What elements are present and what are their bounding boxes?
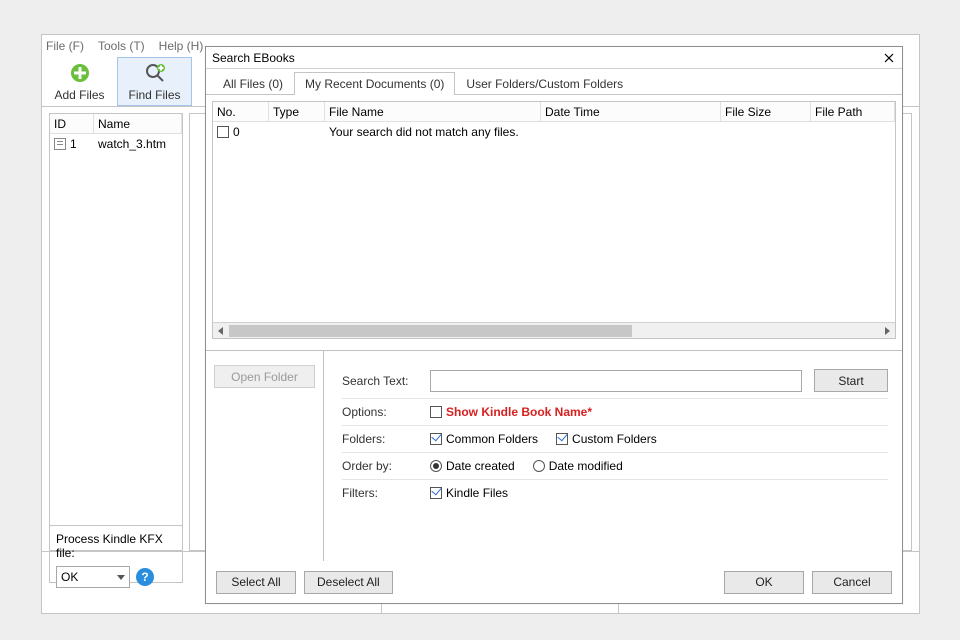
- search-input[interactable]: [430, 370, 802, 392]
- search-plus-icon: [144, 62, 166, 84]
- kfx-select[interactable]: OK: [56, 566, 130, 588]
- col-name[interactable]: Name: [94, 114, 182, 133]
- tab-user-folders[interactable]: User Folders/Custom Folders: [455, 72, 634, 95]
- common-folders-label: Common Folders: [446, 432, 538, 446]
- search-ebooks-dialog: Search EBooks All Files (0) My Recent Do…: [205, 46, 903, 604]
- menu-tools[interactable]: Tools (T): [98, 39, 145, 53]
- kfx-label: Process Kindle KFX file:: [56, 532, 176, 560]
- col-filesize[interactable]: File Size: [721, 102, 811, 121]
- ok-button[interactable]: OK: [724, 571, 804, 594]
- find-files-label: Find Files: [128, 88, 180, 102]
- options-label: Options:: [342, 405, 430, 419]
- col-datetime[interactable]: Date Time: [541, 102, 721, 121]
- kindle-files-checkbox[interactable]: [430, 487, 442, 499]
- row-checkbox[interactable]: [217, 126, 229, 138]
- cell-id: 1: [70, 137, 77, 151]
- custom-folders-checkbox[interactable]: [556, 433, 568, 445]
- results-grid: No. Type File Name Date Time File Size F…: [212, 101, 896, 339]
- folders-label: Folders:: [342, 432, 430, 446]
- dialog-title: Search EBooks: [212, 51, 295, 65]
- cell-name: watch_3.htm: [94, 137, 182, 151]
- tab-all-files[interactable]: All Files (0): [212, 72, 294, 95]
- file-list-pane: ID Name 1 watch_3.htm: [49, 113, 183, 551]
- common-folders-checkbox[interactable]: [430, 433, 442, 445]
- col-filepath[interactable]: File Path: [811, 102, 895, 121]
- scrollbar-track[interactable]: [229, 323, 879, 339]
- scroll-left-icon[interactable]: [213, 323, 229, 339]
- col-no[interactable]: No.: [213, 102, 269, 121]
- dialog-titlebar: Search EBooks: [206, 47, 902, 69]
- table-row[interactable]: 0 Your search did not match any files.: [213, 122, 895, 142]
- search-text-label: Search Text:: [342, 374, 430, 388]
- col-filename[interactable]: File Name: [325, 102, 541, 121]
- cell-no: 0: [233, 125, 240, 139]
- kindle-files-option[interactable]: Kindle Files: [430, 486, 508, 500]
- show-kindle-option[interactable]: Show Kindle Book Name*: [430, 405, 592, 419]
- file-list-header: ID Name: [50, 114, 182, 134]
- tab-recent-documents[interactable]: My Recent Documents (0): [294, 72, 455, 95]
- menu-help[interactable]: Help (H): [159, 39, 204, 53]
- help-icon[interactable]: ?: [136, 568, 154, 586]
- list-item[interactable]: 1 watch_3.htm: [50, 134, 182, 154]
- add-files-button[interactable]: Add Files: [42, 57, 117, 106]
- col-id[interactable]: ID: [50, 114, 94, 133]
- dialog-footer: Select All Deselect All OK Cancel: [206, 561, 902, 603]
- date-modified-radio[interactable]: [533, 460, 545, 472]
- custom-folders-label: Custom Folders: [572, 432, 657, 446]
- results-header: No. Type File Name Date Time File Size F…: [213, 102, 895, 122]
- chevron-down-icon: [117, 575, 125, 580]
- add-icon: [69, 62, 91, 84]
- date-created-label: Date created: [446, 459, 515, 473]
- cell-message: Your search did not match any files.: [325, 125, 625, 139]
- date-created-option[interactable]: Date created: [430, 459, 515, 473]
- scrollbar-thumb[interactable]: [229, 325, 632, 337]
- select-all-button[interactable]: Select All: [216, 571, 296, 594]
- scroll-right-icon[interactable]: [879, 323, 895, 339]
- close-button[interactable]: [882, 51, 896, 65]
- col-type[interactable]: Type: [269, 102, 325, 121]
- menu-file[interactable]: File (F): [46, 39, 84, 53]
- cancel-button[interactable]: Cancel: [812, 571, 892, 594]
- open-folder-button[interactable]: Open Folder: [214, 365, 315, 388]
- kfx-panel: Process Kindle KFX file: OK ?: [49, 525, 183, 583]
- date-created-radio[interactable]: [430, 460, 442, 472]
- deselect-all-button[interactable]: Deselect All: [304, 571, 393, 594]
- document-icon: [54, 138, 66, 150]
- order-by-label: Order by:: [342, 459, 430, 473]
- dialog-lower-area: Open Folder Search Text: Start Options: …: [206, 350, 902, 603]
- show-kindle-label: Show Kindle Book Name*: [446, 405, 592, 419]
- find-files-button[interactable]: Find Files: [117, 57, 192, 106]
- horizontal-scrollbar[interactable]: [213, 322, 895, 338]
- kindle-files-label: Kindle Files: [446, 486, 508, 500]
- dialog-tabs: All Files (0) My Recent Documents (0) Us…: [206, 69, 902, 95]
- custom-folders-option[interactable]: Custom Folders: [556, 432, 657, 446]
- common-folders-option[interactable]: Common Folders: [430, 432, 538, 446]
- close-icon: [884, 53, 894, 63]
- kfx-select-value: OK: [61, 570, 78, 584]
- filters-label: Filters:: [342, 486, 430, 500]
- search-form: Search Text: Start Options: Show Kindle …: [324, 351, 902, 561]
- start-button[interactable]: Start: [814, 369, 888, 392]
- add-files-label: Add Files: [54, 88, 104, 102]
- date-modified-option[interactable]: Date modified: [533, 459, 623, 473]
- date-modified-label: Date modified: [549, 459, 623, 473]
- show-kindle-checkbox[interactable]: [430, 406, 442, 418]
